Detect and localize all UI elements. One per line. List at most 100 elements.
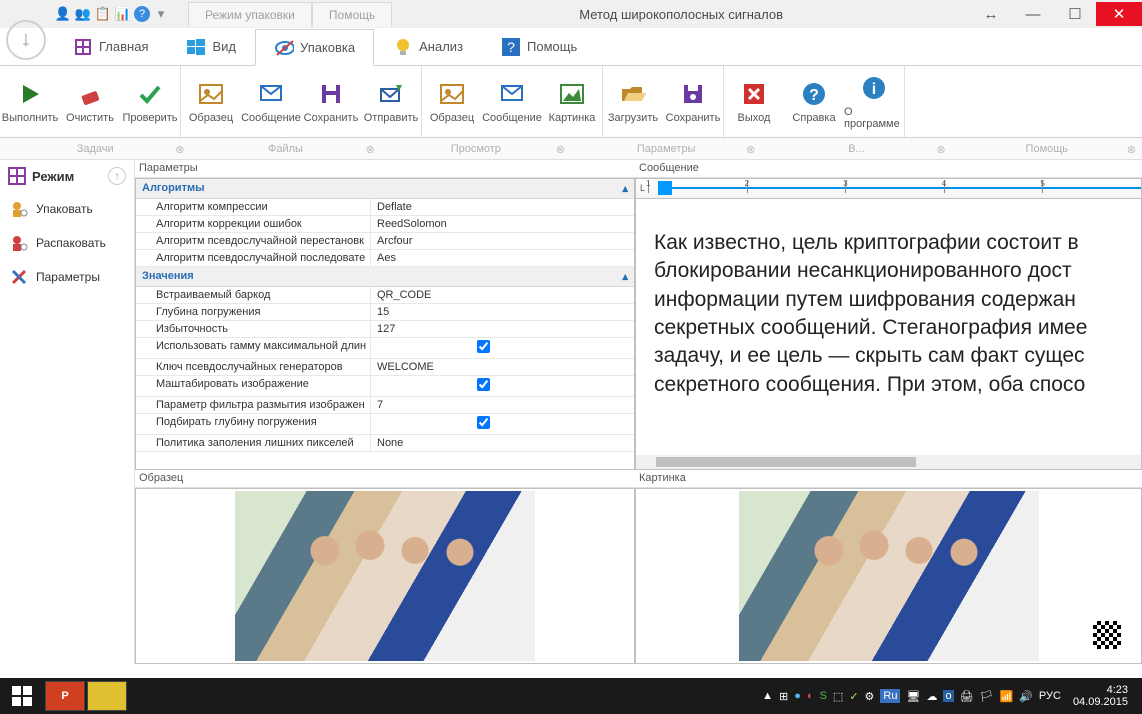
param-value[interactable]: Arcfour (371, 233, 634, 249)
param-row[interactable]: Глубина погружения15 (136, 304, 634, 321)
param-row[interactable]: Алгоритм псевдослучайной перестановкArcf… (136, 233, 634, 250)
param-row[interactable]: Использовать гамму максимальной длин (136, 338, 634, 359)
param-row[interactable]: Политика заполения лишних пикселейNone (136, 435, 634, 452)
ribbon-очистить[interactable]: Очистить (60, 66, 120, 137)
close-section-icon[interactable]: ⊗ (1127, 143, 1136, 156)
param-row[interactable]: Алгоритм псевдослучайной последоватеAes (136, 250, 634, 267)
ribbon-отправить[interactable]: Отправить (361, 66, 421, 137)
ribbon-образец[interactable]: Образец (422, 66, 482, 137)
tray-icon[interactable]: 🏳 (980, 690, 994, 703)
tray-icon[interactable]: 🔊 (1019, 690, 1033, 703)
taskbar-app-powerpoint[interactable]: P (45, 681, 85, 711)
param-row[interactable]: Ключ псевдослучайных генераторовWELCOME (136, 359, 634, 376)
ribbon-справка[interactable]: ?Справка (784, 66, 844, 137)
back-button[interactable]: ⭣ (6, 20, 46, 60)
tray-icon[interactable]: ⊞ (779, 690, 788, 703)
param-value[interactable]: Aes (371, 250, 634, 266)
ribbon-сохранить[interactable]: Сохранить (301, 66, 361, 137)
tab-home[interactable]: Главная (54, 28, 167, 65)
horizontal-scrollbar[interactable] (636, 455, 1141, 469)
tab-analysis[interactable]: Анализ (374, 28, 482, 65)
param-category[interactable]: Значения▴ (136, 267, 634, 287)
start-button[interactable] (0, 678, 44, 714)
ribbon-загрузить[interactable]: Загрузить (603, 66, 663, 137)
tray-icon[interactable]: o (943, 690, 953, 702)
ribbon-образец[interactable]: Образец (181, 66, 241, 137)
param-value[interactable]: Deflate (371, 199, 634, 215)
ribbon-toggle-icon[interactable]: ↔ (970, 2, 1012, 26)
top-tab-mode[interactable]: Режим упаковки (188, 2, 312, 27)
tab-packing[interactable]: Упаковка (255, 29, 374, 66)
tray-lang-badge[interactable]: Ru (880, 689, 900, 703)
ribbon-выход[interactable]: Выход (724, 66, 784, 137)
param-checkbox[interactable] (477, 340, 490, 353)
tray-icon[interactable]: ◐ (807, 690, 814, 702)
qa-help-icon[interactable]: ? (134, 6, 150, 22)
param-value[interactable]: WELCOME (371, 359, 634, 375)
ribbon-картинка[interactable]: Картинка (542, 66, 602, 137)
collapse-icon[interactable]: ↑ (108, 167, 126, 185)
tab-view[interactable]: Вид (167, 28, 255, 65)
tray-icon[interactable]: ▲ (762, 690, 773, 702)
close-section-icon[interactable]: ⊗ (936, 143, 945, 156)
param-checkbox[interactable] (477, 378, 490, 391)
param-value[interactable]: 15 (371, 304, 634, 320)
tray-lang[interactable]: РУС (1039, 690, 1061, 702)
param-value[interactable]: 127 (371, 321, 634, 337)
param-value[interactable]: QR_CODE (371, 287, 634, 303)
collapse-icon[interactable]: ▴ (622, 182, 628, 195)
sidebar-item-распаковать[interactable]: Распаковать (0, 226, 134, 260)
sidebar-item-параметры[interactable]: Параметры (0, 260, 134, 294)
tray-icon[interactable]: 📶 (1000, 690, 1014, 703)
message-text[interactable]: Как известно, цель криптографии состоит … (636, 199, 1141, 455)
sidebar-item-упаковать[interactable]: Упаковать (0, 192, 134, 226)
qa-icon-2[interactable]: 👥 (74, 5, 92, 23)
param-row[interactable]: Подбирать глубину погружения (136, 414, 634, 435)
tray-icon[interactable]: ⬚ (833, 690, 843, 703)
param-checkbox[interactable] (477, 416, 490, 429)
ribbon-проверить[interactable]: Проверить (120, 66, 180, 137)
param-row[interactable]: Маштабировать изображение (136, 376, 634, 397)
tray-icon[interactable]: ● (794, 690, 801, 702)
close-section-icon[interactable]: ⊗ (746, 143, 755, 156)
param-value[interactable] (371, 414, 634, 434)
ribbon-о программе[interactable]: iО программе (844, 66, 904, 137)
close-section-icon[interactable]: ⊗ (175, 143, 184, 156)
tray-icon[interactable]: 🖨 (960, 690, 974, 703)
param-value[interactable] (371, 376, 634, 396)
param-row[interactable]: Встраиваемый баркодQR_CODE (136, 287, 634, 304)
param-value[interactable]: ReedSolomon (371, 216, 634, 232)
param-row[interactable]: Алгоритм компрессииDeflate (136, 199, 634, 216)
ribbon-сообщение[interactable]: Сообщение (241, 66, 301, 137)
scrollbar-thumb[interactable] (656, 457, 916, 467)
param-category[interactable]: Алгоритмы▴ (136, 179, 634, 199)
param-value[interactable]: None (371, 435, 634, 451)
ribbon-выполнить[interactable]: Выполнить (0, 66, 60, 137)
ruler[interactable]: L 12345 (636, 179, 1141, 199)
top-tab-help[interactable]: Помощь (312, 2, 392, 27)
close-button[interactable]: ✕ (1096, 2, 1142, 26)
collapse-icon[interactable]: ▴ (622, 270, 628, 283)
param-row[interactable]: Алгоритм коррекции ошибокReedSolomon (136, 216, 634, 233)
tab-help[interactable]: ?Помощь (482, 28, 596, 65)
qa-icon-3[interactable]: 📋 (94, 5, 112, 23)
close-section-icon[interactable]: ⊗ (556, 143, 565, 156)
param-value[interactable]: 7 (371, 397, 634, 413)
qa-dropdown-icon[interactable]: ▾ (152, 5, 170, 23)
param-value[interactable] (371, 338, 634, 358)
tray-icon[interactable]: ☁ (926, 690, 937, 703)
qa-icon-1[interactable]: 👤 (54, 5, 72, 23)
close-section-icon[interactable]: ⊗ (365, 143, 374, 156)
taskbar-clock[interactable]: 4:23 04.09.2015 (1067, 684, 1134, 708)
ribbon-сохранить[interactable]: Сохранить (663, 66, 723, 137)
tray-icon[interactable]: ⚙ (865, 690, 875, 703)
ribbon-сообщение[interactable]: Сообщение (482, 66, 542, 137)
tray-icon[interactable]: ✓ (849, 690, 858, 703)
minimize-button[interactable]: — (1012, 2, 1054, 26)
qa-icon-4[interactable]: 📊 (114, 5, 132, 23)
param-row[interactable]: Избыточность127 (136, 321, 634, 338)
tray-icon[interactable]: S (820, 690, 827, 702)
tray-icon[interactable]: 🖥 (906, 690, 920, 703)
maximize-button[interactable]: ☐ (1054, 2, 1096, 26)
param-row[interactable]: Параметр фильтра размытия изображен7 (136, 397, 634, 414)
